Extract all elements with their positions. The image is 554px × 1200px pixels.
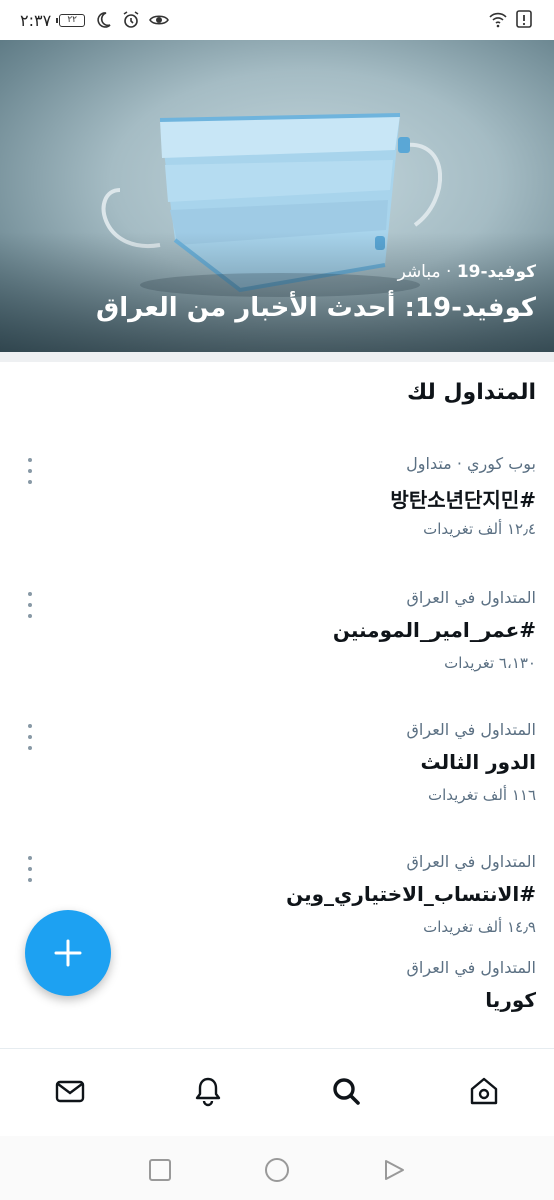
trend-count: ٦،١٣٠ تغريدات bbox=[444, 654, 536, 672]
trend-count: ١٢٫٤ ألف تغريدات bbox=[423, 520, 536, 538]
hero-meta: كوفيد-19 · مباشر bbox=[398, 262, 536, 282]
trend-name: #방탄소년단지민 bbox=[390, 488, 536, 512]
more-options-icon[interactable] bbox=[22, 856, 38, 882]
trend-item[interactable]: بوب كوري · متداول #방탄소년단지민 ١٢٫٤ ألف تغري… bbox=[0, 454, 554, 584]
eye-icon bbox=[149, 15, 170, 25]
moon-icon bbox=[97, 12, 111, 28]
section-divider bbox=[0, 352, 554, 362]
clock-text: ٢:٣٧ bbox=[20, 10, 52, 30]
hero-gradient bbox=[0, 232, 554, 352]
recent-apps-button[interactable] bbox=[146, 1156, 174, 1184]
compose-tweet-button[interactable] bbox=[25, 910, 111, 996]
trend-name: كوريا bbox=[485, 988, 536, 1012]
system-navigation-bar bbox=[0, 1136, 554, 1200]
trend-context: المتداول في العراق bbox=[406, 588, 536, 607]
trend-item[interactable]: المتداول في العراق الدور الثالث ١١٦ ألف … bbox=[0, 720, 554, 850]
wifi-icon bbox=[489, 12, 507, 28]
more-options-icon[interactable] bbox=[22, 592, 38, 618]
hero-category: كوفيد-19 bbox=[456, 262, 536, 282]
mail-icon bbox=[55, 1080, 85, 1103]
plus-icon bbox=[54, 939, 82, 967]
trend-name: الدور الثالث bbox=[420, 750, 536, 774]
nav-home[interactable] bbox=[464, 1071, 504, 1111]
alert-icon bbox=[516, 10, 532, 28]
nav-explore[interactable] bbox=[326, 1071, 366, 1111]
bell-icon bbox=[195, 1077, 221, 1107]
trend-name: #عمر_امير_المومنين bbox=[332, 618, 536, 642]
trends-section-title: المتداول لك bbox=[407, 380, 536, 405]
trend-context: المتداول في العراق bbox=[406, 852, 536, 871]
trend-item[interactable]: المتداول في العراق #عمر_امير_المومنين ٦،… bbox=[0, 588, 554, 718]
bottom-navigation bbox=[0, 1048, 554, 1136]
alarm-icon bbox=[123, 11, 139, 28]
battery-icon: ٢٢ bbox=[56, 13, 86, 27]
hero-banner[interactable]: كوفيد-19 · مباشر كوفيد-19: أحدث الأخبار … bbox=[0, 40, 554, 352]
hero-live-label: مباشر bbox=[397, 262, 441, 282]
triangle-icon bbox=[385, 1160, 404, 1180]
square-icon bbox=[149, 1159, 171, 1181]
back-button[interactable] bbox=[380, 1156, 408, 1184]
home-system-button[interactable] bbox=[263, 1156, 291, 1184]
home-icon bbox=[470, 1077, 498, 1105]
trend-count: ١١٦ ألف تغريدات bbox=[428, 786, 536, 804]
trend-context: المتداول في العراق bbox=[406, 958, 536, 977]
search-icon bbox=[333, 1078, 360, 1105]
trend-name: #الانتساب_الاختياري_وين bbox=[286, 882, 536, 906]
more-options-icon[interactable] bbox=[22, 724, 38, 750]
more-options-icon[interactable] bbox=[22, 458, 38, 484]
hero-title: كوفيد-19: أحدث الأخبار من العراق bbox=[96, 293, 536, 323]
nav-messages[interactable] bbox=[50, 1071, 90, 1111]
nav-notifications[interactable] bbox=[188, 1071, 228, 1111]
status-bar-left: ٢:٣٧ ٢٢ bbox=[20, 10, 170, 30]
status-bar-right bbox=[488, 9, 534, 29]
trend-context: المتداول في العراق bbox=[406, 720, 536, 739]
trend-context: بوب كوري · متداول bbox=[406, 454, 536, 473]
trend-count: ١٤٫٩ ألف تغريدات bbox=[423, 918, 536, 936]
hero-separator: · bbox=[440, 262, 457, 282]
circle-icon bbox=[265, 1158, 289, 1182]
status-bar: ٢:٣٧ ٢٢ bbox=[0, 0, 554, 40]
